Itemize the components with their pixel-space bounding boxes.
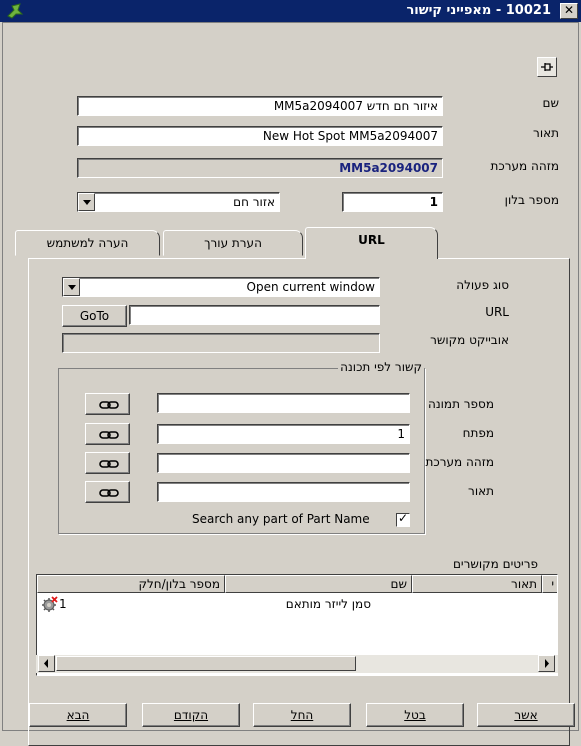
- apply-button[interactable]: החל: [253, 703, 351, 727]
- chain-link-icon: [99, 460, 119, 468]
- next-button[interactable]: הבא: [29, 703, 127, 727]
- chain-link-icon: [99, 489, 119, 497]
- key-input[interactable]: 1: [157, 424, 410, 444]
- row-balloon-number: 1: [59, 597, 67, 611]
- tab-user-note[interactable]: הערה למשתמש: [15, 230, 160, 256]
- scroll-left-button[interactable]: [38, 655, 55, 672]
- attr-system-id-input[interactable]: [157, 453, 410, 473]
- key-label: מפתח: [462, 426, 494, 440]
- image-number-label: מספר תמונה: [428, 397, 494, 411]
- arrow-left-icon: [44, 659, 48, 668]
- description-label: תאור: [533, 126, 559, 140]
- link-by-attribute-title: קשור לפי תכונה: [338, 360, 424, 374]
- key-link-button[interactable]: [85, 423, 130, 445]
- linked-object-field: [62, 333, 380, 353]
- balloon-number-label: מספר בלון: [504, 193, 559, 207]
- attr-description-input[interactable]: [157, 482, 410, 502]
- chain-link-icon: [99, 401, 119, 409]
- action-type-value: Open current window: [246, 280, 376, 294]
- balloon-number-field[interactable]: 1: [342, 192, 443, 212]
- row-name: סמן לייזר מותאם: [285, 597, 371, 611]
- cancel-button[interactable]: בטל: [366, 703, 464, 727]
- ok-button[interactable]: אשר: [477, 703, 575, 727]
- scroll-right-button[interactable]: [538, 655, 555, 672]
- area-type-dropdown[interactable]: אזור חם: [77, 192, 280, 212]
- name-label: שם: [542, 96, 559, 110]
- system-id-link-button[interactable]: [85, 452, 130, 474]
- title-bar[interactable]: 10021 - מאפייני קישור ✕: [0, 0, 581, 22]
- close-button[interactable]: ✕: [560, 3, 578, 19]
- system-id-field: MM5a2094007: [77, 158, 443, 178]
- linked-object-label: אובייקט מקושר: [430, 333, 509, 347]
- arrow-right-icon: [545, 659, 549, 668]
- window-title: 10021 - מאפייני קישור: [406, 3, 551, 18]
- horizontal-scrollbar[interactable]: [36, 655, 558, 673]
- tab-editor-note[interactable]: הערת עורך: [163, 230, 303, 256]
- url-label: URL: [485, 305, 509, 319]
- app-icon: [6, 2, 24, 23]
- column-header-balloon[interactable]: מספר בלון/חלק: [37, 575, 225, 593]
- table-row[interactable]: 1 סמן לייזר מותאם: [37, 595, 557, 615]
- pin-icon: [541, 63, 553, 71]
- goto-button[interactable]: GoTo: [62, 305, 127, 327]
- tab-url[interactable]: URL: [305, 227, 438, 259]
- chain-link-icon: [99, 431, 119, 439]
- description-link-button[interactable]: [85, 481, 130, 503]
- action-type-dropdown-arrow[interactable]: [63, 278, 80, 296]
- related-items-title: פריטים מקושרים: [452, 557, 538, 571]
- scroll-thumb[interactable]: [56, 656, 356, 671]
- previous-button[interactable]: הקודם: [142, 703, 240, 727]
- pin-button[interactable]: [537, 57, 557, 77]
- check-icon: ✓: [398, 511, 409, 525]
- system-id-label: מזהה מערכת: [490, 159, 559, 173]
- action-type-label: סוג פעולה: [456, 278, 509, 292]
- search-any-part-checkbox[interactable]: ✓: [396, 511, 410, 527]
- area-type-value: אזור חם: [233, 195, 275, 209]
- name-field[interactable]: איזור חם חדש MM5a2094007: [77, 96, 443, 116]
- image-number-input[interactable]: [157, 393, 410, 413]
- column-header-description[interactable]: תאור: [412, 575, 542, 593]
- action-type-dropdown[interactable]: Open current window: [62, 277, 380, 297]
- search-any-part-label: Search any part of Part Name: [192, 512, 370, 526]
- image-number-link-button[interactable]: [85, 393, 130, 415]
- description-field[interactable]: New Hot Spot MM5a2094007: [77, 126, 443, 146]
- column-header-extra[interactable]: י: [542, 575, 557, 593]
- gear-icon: [41, 596, 59, 615]
- url-input[interactable]: [129, 305, 380, 325]
- column-header-name[interactable]: שם: [225, 575, 412, 593]
- area-type-dropdown-arrow[interactable]: [78, 193, 95, 211]
- attr-system-id-label: מזהה מערכת: [425, 455, 494, 469]
- attr-description-label: תאור: [468, 484, 494, 498]
